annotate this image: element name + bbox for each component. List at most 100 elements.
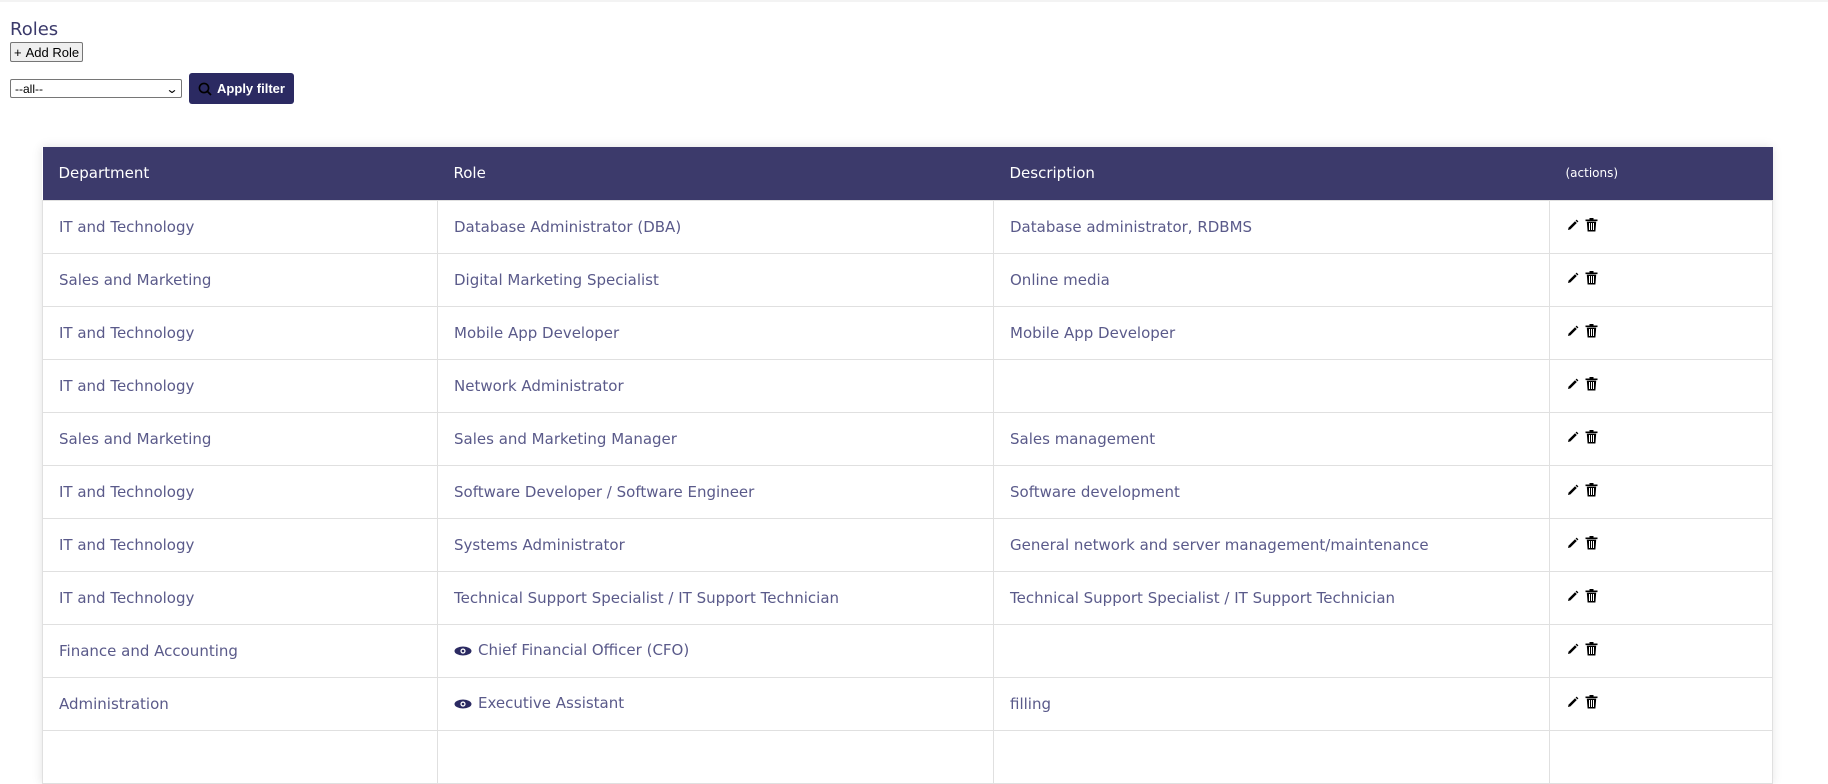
trash-icon[interactable] — [1585, 588, 1598, 607]
cell-actions — [1549, 464, 1773, 519]
cell-department: Finance and Accounting — [42, 623, 438, 678]
trash-icon[interactable] — [1585, 641, 1598, 660]
cell-role: Digital Marketing Specialist — [437, 252, 994, 307]
column-header-description[interactable]: Description — [994, 147, 1550, 200]
role-name: Chief Financial Officer (CFO) — [478, 640, 690, 659]
cell-department: IT and Technology — [42, 464, 438, 519]
cell-department: IT and Technology — [42, 570, 438, 625]
chevron-down-icon: ⌄ — [165, 81, 179, 96]
trash-icon[interactable] — [1585, 323, 1598, 342]
column-header-actions: (actions) — [1565, 166, 1619, 181]
column-header-department[interactable]: Department — [43, 147, 438, 200]
table-row: IT and Technology Database Administrator … — [42, 199, 1773, 254]
cell-actions — [1549, 623, 1773, 678]
cell-actions — [1549, 676, 1773, 731]
row-actions — [1566, 376, 1598, 395]
cell-department: Sales and Marketing — [42, 411, 438, 466]
table-row: Sales and Marketing Sales and Marketing M… — [42, 411, 1773, 466]
cell-description — [993, 623, 1550, 678]
cell-description: Sales management — [993, 411, 1550, 466]
apply-filter-label: Apply filter — [217, 81, 285, 96]
table-row: Administration Executive Assistant filling — [42, 676, 1773, 731]
row-actions — [1566, 641, 1598, 660]
eye-icon[interactable] — [454, 643, 472, 661]
roles-table: Department Role Description (actions) IT… — [42, 147, 1773, 784]
table-row: IT and Technology Systems Administrator Ge… — [42, 517, 1773, 572]
pencil-icon[interactable] — [1566, 483, 1579, 501]
trash-icon[interactable] — [1585, 376, 1598, 395]
cell-actions — [1549, 199, 1773, 254]
cell-department: IT and Technology — [42, 199, 438, 254]
pencil-icon[interactable] — [1566, 324, 1579, 342]
pencil-icon[interactable] — [1566, 536, 1579, 554]
table-body: IT and Technology Database Administrator … — [42, 199, 1773, 784]
cell-role: Sales and Marketing Manager — [437, 411, 994, 466]
cell-role: Software Developer / Software Engineer — [437, 464, 994, 519]
trash-icon[interactable] — [1585, 270, 1598, 289]
pencil-icon[interactable] — [1566, 271, 1579, 289]
row-actions — [1566, 270, 1598, 289]
pencil-icon[interactable] — [1566, 589, 1579, 607]
cell-actions — [1549, 305, 1773, 360]
plus-icon: + — [14, 44, 22, 60]
pencil-icon[interactable] — [1566, 430, 1579, 448]
trash-icon[interactable] — [1585, 429, 1598, 448]
trash-icon[interactable] — [1585, 217, 1598, 236]
pencil-icon[interactable] — [1566, 218, 1579, 236]
role-name: Database Administrator (DBA) — [454, 217, 682, 236]
pencil-icon[interactable] — [1566, 377, 1579, 395]
row-actions — [1566, 217, 1598, 236]
cell-description: General network and server management/ma… — [993, 517, 1550, 572]
cell-department: IT and Technology — [42, 305, 438, 360]
row-actions — [1566, 482, 1598, 501]
role-name: Network Administrator — [454, 376, 624, 395]
cell-description: Software development — [993, 464, 1550, 519]
apply-filter-button[interactable]: Apply filter — [189, 73, 294, 104]
trash-icon[interactable] — [1585, 535, 1598, 554]
table-row: IT and Technology Technical Support Speci… — [42, 570, 1773, 625]
cell-role: Database Administrator (DBA) — [437, 199, 994, 254]
table-row: IT and Technology Network Administrator — [42, 358, 1773, 413]
row-actions — [1566, 535, 1598, 554]
table-row: Sales and Marketing Digital Marketing Spe… — [42, 252, 1773, 307]
pencil-icon[interactable] — [1566, 695, 1579, 713]
role-name: Software Developer / Software Engineer — [454, 482, 755, 501]
cell-description: Database administrator, RDBMS — [993, 199, 1550, 254]
cell-description — [993, 358, 1550, 413]
cell-actions — [1549, 252, 1773, 307]
cell-actions — [1549, 517, 1773, 572]
cell-role: Technical Support Specialist / IT Suppor… — [437, 570, 994, 625]
cell-role: Systems Administrator — [437, 517, 994, 572]
cell-actions — [1549, 570, 1773, 625]
role-name: Executive Assistant — [478, 693, 625, 712]
cell-description: Mobile App Developer — [993, 305, 1550, 360]
trash-icon[interactable] — [1585, 694, 1598, 713]
role-name: Mobile App Developer — [454, 323, 620, 342]
cell-department: Administration — [42, 676, 438, 731]
top-divider — [0, 0, 1828, 2]
role-name: Sales and Marketing Manager — [454, 429, 677, 448]
trash-icon[interactable] — [1585, 482, 1598, 501]
row-actions — [1566, 588, 1598, 607]
cell-actions — [1549, 358, 1773, 413]
role-name: Systems Administrator — [454, 535, 625, 554]
eye-icon[interactable] — [454, 696, 472, 714]
page-title: Roles — [10, 19, 59, 40]
cell-department: Sales and Marketing — [42, 252, 438, 307]
add-role-button[interactable]: + Add Role — [10, 42, 84, 62]
pencil-icon[interactable] — [1566, 642, 1579, 660]
row-actions — [1566, 694, 1598, 713]
column-header-role[interactable]: Role — [438, 147, 994, 200]
search-icon — [198, 82, 212, 96]
row-actions — [1566, 323, 1598, 342]
cell-role: Chief Financial Officer (CFO) — [437, 623, 994, 678]
filter-selected-value: --all-- — [15, 81, 43, 96]
cell-role: Network Administrator — [437, 358, 994, 413]
cell-role: Executive Assistant — [437, 676, 994, 731]
cell-actions — [1549, 411, 1773, 466]
department-filter-select[interactable]: --all-- ⌄ — [10, 79, 182, 98]
table-header-row: Department Role Description (actions) — [42, 147, 1773, 200]
cell-department: IT and Technology — [42, 358, 438, 413]
table-row: Finance and Accounting Chief Financial Of… — [42, 623, 1773, 678]
role-name: Digital Marketing Specialist — [454, 270, 659, 289]
